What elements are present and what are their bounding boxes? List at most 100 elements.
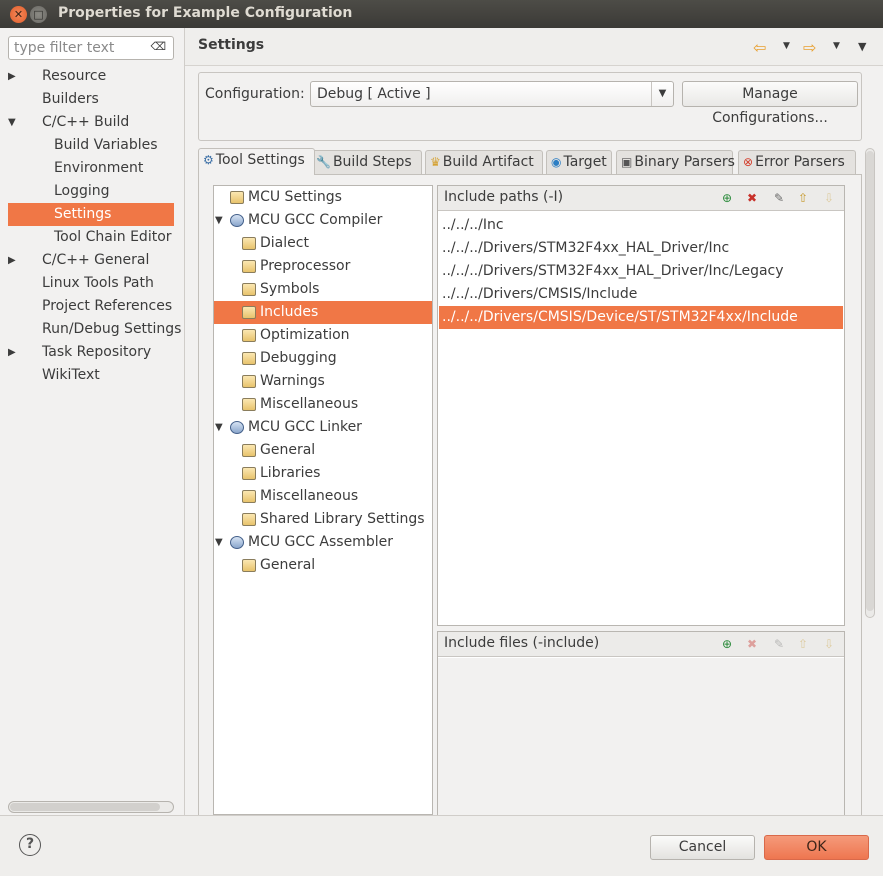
include-path-row[interactable]: ../../../Drivers/STM32F4xx_HAL_Driver/In… xyxy=(439,260,843,283)
delete-file-icon[interactable]: ✖ xyxy=(744,636,760,652)
move-up-icon[interactable]: ⇧ xyxy=(795,636,811,652)
option-page-icon xyxy=(242,237,256,250)
view-menu-icon[interactable]: ▼ xyxy=(858,40,866,53)
tree-item-label: Debugging xyxy=(260,350,337,366)
tree-item-miscellaneous[interactable]: Miscellaneous xyxy=(214,485,432,508)
delete-path-icon[interactable]: ✖ xyxy=(744,190,760,206)
cancel-button[interactable]: Cancel xyxy=(650,835,755,860)
tab-error-parsers[interactable]: ⊗ Error Parsers xyxy=(738,150,856,174)
binary-icon: ▣ xyxy=(621,155,633,169)
collapsed-arrow-icon[interactable]: ▶ xyxy=(8,341,20,364)
tab-label: Build Artifact xyxy=(442,154,534,170)
nav-item-run-debug-settings[interactable]: Run/Debug Settings xyxy=(0,318,184,341)
settings-tabs: ⚙ Tool Settings 🔧 Build Steps ♛ Build Artifac… xyxy=(198,148,858,175)
nav-item-label: C/C++ Build xyxy=(42,114,130,130)
nav-horizontal-scrollbar[interactable] xyxy=(8,801,174,813)
nav-item-wikitext[interactable]: WikiText xyxy=(0,364,184,387)
tree-item-mcu-settings[interactable]: MCU Settings xyxy=(214,186,432,209)
tool-settings-tree: MCU Settings ▼ MCU GCC Compiler Dialect Prep… xyxy=(213,185,433,815)
nav-item-resource[interactable]: ▶ Resource xyxy=(0,65,184,88)
move-up-icon[interactable]: ⇧ xyxy=(795,190,811,206)
tab-build-artifact[interactable]: ♛ Build Artifact xyxy=(425,150,543,174)
dialog-footer: ? Cancel OK xyxy=(0,815,883,876)
edit-file-icon[interactable]: ✎ xyxy=(771,636,787,652)
target-icon: ◉ xyxy=(551,155,562,169)
include-files-header: Include files (-include) ⊕ ✖ ✎ ⇧ ⇩ xyxy=(438,632,844,657)
tab-label: Error Parsers xyxy=(755,154,845,170)
filter-input[interactable] xyxy=(14,39,144,57)
expanded-arrow-icon[interactable]: ▼ xyxy=(215,209,223,232)
tree-item-general[interactable]: General xyxy=(214,554,432,577)
tree-item-label: MCU GCC Linker xyxy=(248,419,362,435)
tree-item-mcu-gcc-linker[interactable]: ▼ MCU GCC Linker xyxy=(214,416,432,439)
tree-item-preprocessor[interactable]: Preprocessor xyxy=(214,255,432,278)
forward-history-dropdown-icon[interactable]: ▼ xyxy=(833,41,840,51)
option-page-icon xyxy=(242,375,256,388)
help-icon[interactable]: ? xyxy=(19,834,41,856)
clear-filter-icon[interactable]: ⌫ xyxy=(150,40,166,53)
nav-item-settings[interactable]: Settings xyxy=(8,203,174,226)
edit-path-icon[interactable]: ✎ xyxy=(771,190,787,206)
tree-item-general[interactable]: General xyxy=(214,439,432,462)
nav-item-environment[interactable]: Environment xyxy=(0,157,184,180)
tree-item-dialect[interactable]: Dialect xyxy=(214,232,432,255)
tree-item-optimization[interactable]: Optimization xyxy=(214,324,432,347)
collapsed-arrow-icon[interactable]: ▶ xyxy=(8,249,20,272)
manage-configurations-button[interactable]: Manage Configurations... xyxy=(682,81,858,126)
nav-item-builders[interactable]: Builders xyxy=(0,88,184,111)
expanded-arrow-icon[interactable]: ▼ xyxy=(8,111,20,134)
tree-item-mcu-gcc-compiler[interactable]: ▼ MCU GCC Compiler xyxy=(214,209,432,232)
back-history-dropdown-icon[interactable]: ▼ xyxy=(783,41,790,51)
tree-item-mcu-gcc-assembler[interactable]: ▼ MCU GCC Assembler xyxy=(214,531,432,554)
back-arrow-icon[interactable]: ⇦ xyxy=(753,38,766,57)
tree-item-label: Shared Library Settings xyxy=(260,511,425,527)
tree-item-label: General xyxy=(260,557,316,573)
configuration-value: Debug [ Active ] xyxy=(317,86,431,102)
include-path-row[interactable]: ../../../Inc xyxy=(439,214,843,237)
tree-item-debugging[interactable]: Debugging xyxy=(214,347,432,370)
navigation-panel: ⌫ ▶ Resource Builders ▼ C/C++ Build Build Var… xyxy=(0,28,184,815)
forward-arrow-icon[interactable]: ⇨ xyxy=(803,38,816,57)
tab-target[interactable]: ◉ Target xyxy=(546,150,612,174)
tree-item-label: Dialect xyxy=(260,235,309,251)
nav-item-project-references[interactable]: Project References xyxy=(0,295,184,318)
option-page-icon xyxy=(242,559,256,572)
close-window-button[interactable]: ✕ xyxy=(10,6,27,23)
include-path-row[interactable]: ../../../Drivers/STM32F4xx_HAL_Driver/In… xyxy=(439,237,843,260)
nav-item-logging[interactable]: Logging xyxy=(0,180,184,203)
include-path-row[interactable]: ../../../Drivers/CMSIS/Device/ST/STM32F4… xyxy=(439,306,843,329)
option-page-icon xyxy=(242,467,256,480)
tree-item-label: MCU Settings xyxy=(248,189,342,205)
tree-item-label: Symbols xyxy=(260,281,320,297)
page-vertical-scrollbar[interactable] xyxy=(863,148,877,618)
tree-item-miscellaneous[interactable]: Miscellaneous xyxy=(214,393,432,416)
maximize-window-button[interactable]: □ xyxy=(30,6,47,23)
configuration-select[interactable]: Debug [ Active ] ▼ xyxy=(310,81,674,107)
nav-item-linux-tools-path[interactable]: Linux Tools Path xyxy=(0,272,184,295)
nav-item-task-repository[interactable]: ▶ Task Repository xyxy=(0,341,184,364)
add-file-icon[interactable]: ⊕ xyxy=(719,636,735,652)
include-path-row[interactable]: ../../../Drivers/CMSIS/Include xyxy=(439,283,843,306)
tree-item-symbols[interactable]: Symbols xyxy=(214,278,432,301)
move-down-icon[interactable]: ⇩ xyxy=(821,636,837,652)
tree-item-includes[interactable]: Includes xyxy=(214,301,432,324)
nav-item-c-c-general[interactable]: ▶ C/C++ General xyxy=(0,249,184,272)
expanded-arrow-icon[interactable]: ▼ xyxy=(215,416,223,439)
option-page-icon xyxy=(242,352,256,365)
tree-item-shared-library-settings[interactable]: Shared Library Settings xyxy=(214,508,432,531)
nav-item-c-c-build[interactable]: ▼ C/C++ Build xyxy=(0,111,184,134)
tree-item-warnings[interactable]: Warnings xyxy=(214,370,432,393)
ok-button[interactable]: OK xyxy=(764,835,869,860)
tree-item-libraries[interactable]: Libraries xyxy=(214,462,432,485)
move-down-icon[interactable]: ⇩ xyxy=(821,190,837,206)
add-path-icon[interactable]: ⊕ xyxy=(719,190,735,206)
expanded-arrow-icon[interactable]: ▼ xyxy=(215,531,223,554)
collapsed-arrow-icon[interactable]: ▶ xyxy=(8,65,20,88)
configuration-label: Configuration: xyxy=(205,86,305,102)
tab-label: Tool Settings xyxy=(215,152,305,168)
tab-tool-settings[interactable]: ⚙ Tool Settings xyxy=(198,148,315,175)
tab-build-steps[interactable]: 🔧 Build Steps xyxy=(311,150,422,174)
nav-item-build-variables[interactable]: Build Variables xyxy=(0,134,184,157)
tab-binary-parsers[interactable]: ▣ Binary Parsers xyxy=(616,150,735,174)
nav-item-tool-chain-editor[interactable]: Tool Chain Editor xyxy=(0,226,184,249)
